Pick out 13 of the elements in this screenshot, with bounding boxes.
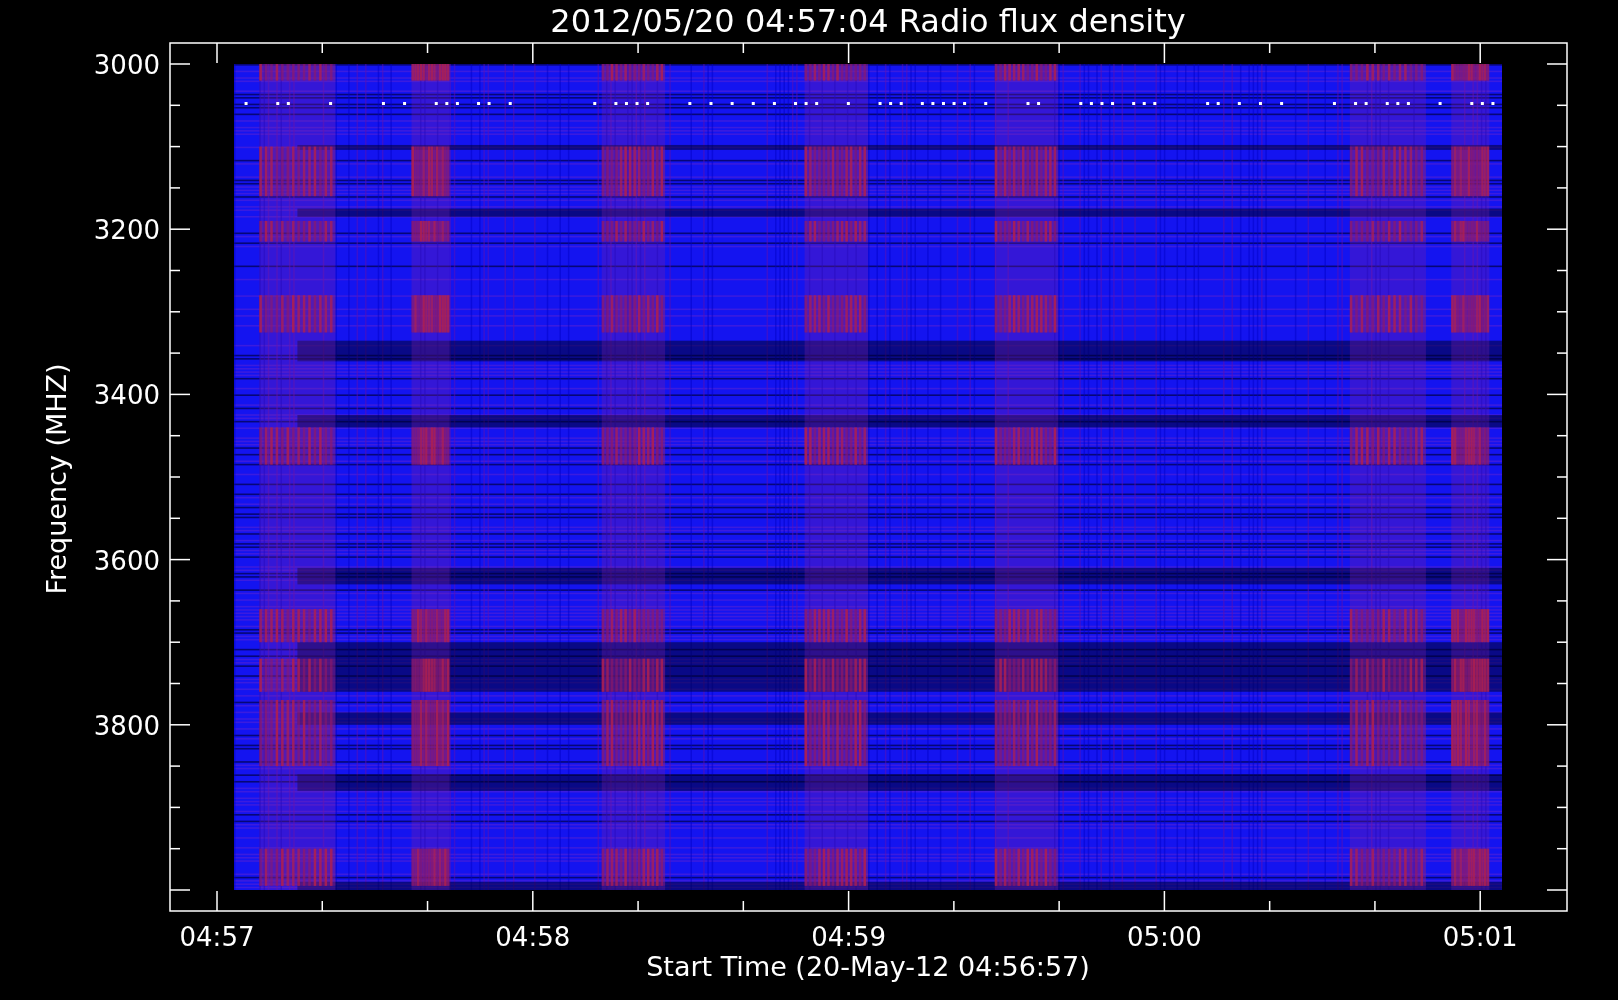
tick-label: 3000: [93, 50, 160, 80]
tick-label: 04:57: [179, 922, 255, 952]
tick-label: 3800: [93, 710, 160, 741]
tick-label: 05:01: [1442, 922, 1518, 952]
tick-label: 04:58: [495, 922, 571, 952]
tick-label: 05:00: [1126, 922, 1202, 952]
tick-label: 3600: [93, 545, 160, 576]
tick-label: 04:59: [811, 922, 887, 952]
axis-title: Start Time (20-May-12 04:56:57): [646, 951, 1090, 982]
tick-label: 3200: [93, 215, 160, 246]
axis-title: Frequency (MHZ): [41, 363, 72, 595]
chart-title: 2012/05/20 04:57:04 Radio flux density: [550, 2, 1186, 40]
tick-label: 3400: [93, 380, 160, 411]
